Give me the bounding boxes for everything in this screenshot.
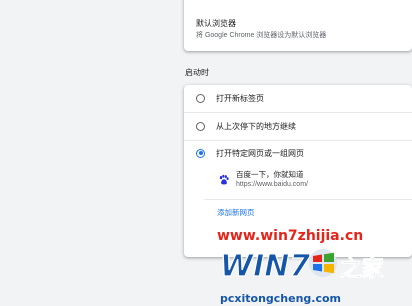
default-browser-card: 默认浏览器 将 Google Chrome 浏览器设为默认浏览器 <box>184 0 412 51</box>
startup-page-entry[interactable]: 百度一下，你就知道 https://www.baidu.com/ <box>216 166 406 194</box>
option-label: 打开特定网页或一组网页 <box>216 148 304 158</box>
option-label: 打开新标签页 <box>216 93 264 103</box>
radio-continue[interactable] <box>196 121 205 131</box>
divider <box>204 199 412 200</box>
watermark-logo: WIN7 之家 pcxitongcheng.com <box>219 248 385 305</box>
default-browser-description: 将 Google Chrome 浏览器设为默认浏览器 <box>196 32 327 39</box>
watermark-subtext: pcxitongcheng.com <box>220 292 341 305</box>
watermark-logo-text-2: 之家 <box>340 256 385 282</box>
startup-section-label: 启动时 <box>185 68 209 77</box>
startup-option-new-tab[interactable]: 打开新标签页 <box>196 91 264 105</box>
divider <box>184 140 412 141</box>
radio-new-tab[interactable] <box>196 93 205 103</box>
divider <box>184 112 412 113</box>
default-browser-title: 默认浏览器 <box>196 19 236 28</box>
windows-flag-icon <box>309 249 337 277</box>
watermark-url: www.win7zhijia.cn <box>217 228 364 244</box>
settings-page: 默认浏览器 将 Google Chrome 浏览器设为默认浏览器 启动时 打开新… <box>0 0 412 306</box>
startup-option-specific-pages[interactable]: 打开特定网页或一组网页 <box>196 146 304 160</box>
startup-page-url: https://www.baidu.com/ <box>236 181 308 188</box>
startup-option-continue[interactable]: 从上次停下的地方继续 <box>196 119 296 133</box>
option-label: 从上次停下的地方继续 <box>216 121 296 131</box>
startup-page-name: 百度一下，你就知道 <box>236 170 304 179</box>
radio-specific-pages[interactable] <box>196 148 205 158</box>
watermark-logo-text: WIN7 <box>220 249 310 284</box>
baidu-paw-icon <box>219 174 229 185</box>
add-new-page-link[interactable]: 添加新网页 <box>217 207 255 218</box>
